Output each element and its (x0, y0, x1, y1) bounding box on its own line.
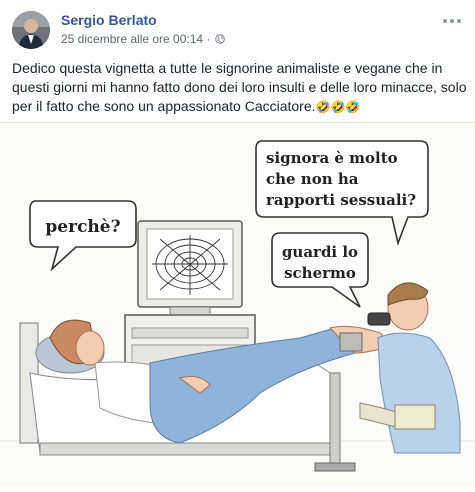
avatar[interactable] (12, 11, 50, 49)
post-header: Sergio Berlato 25 dicembre alle ore 00:1… (0, 0, 475, 56)
bubble-doctor-1-line-3: rapporti sessuali? (266, 191, 416, 209)
bubble-doctor-2-line-2: schermo (284, 264, 356, 282)
post-options-button[interactable] (443, 16, 463, 26)
avatar-photo (12, 11, 50, 49)
globe-icon[interactable] (215, 34, 226, 44)
bubble-doctor-2-line-1: guardi lo (282, 243, 358, 261)
cartoon-image[interactable]: perchè? signora è molto che non ha rappo… (0, 123, 475, 487)
bubble-doctor-1-line-2: che non ha (266, 170, 359, 188)
bubble-doctor-1-line-1: signora è molto (266, 149, 398, 167)
laughing-emoji: 🤣🤣🤣 (315, 100, 361, 114)
bubble-patient-text: perchè? (45, 217, 120, 237)
post-timestamp[interactable]: 25 dicembre alle ore 00:14 · (61, 32, 210, 46)
dot-icon (457, 19, 461, 23)
dot-icon (443, 19, 447, 23)
post-meta: 25 dicembre alle ore 00:14 · (61, 32, 226, 46)
author-name[interactable]: Sergio Berlato (61, 12, 157, 28)
post-text: Dedico questa vignetta a tutte le signor… (12, 59, 467, 117)
post-body: Dedico questa vignetta a tutte le signor… (12, 60, 467, 114)
cartoon-illustration: perchè? signora è molto che non ha rappo… (0, 123, 475, 487)
dot-icon (450, 19, 454, 23)
